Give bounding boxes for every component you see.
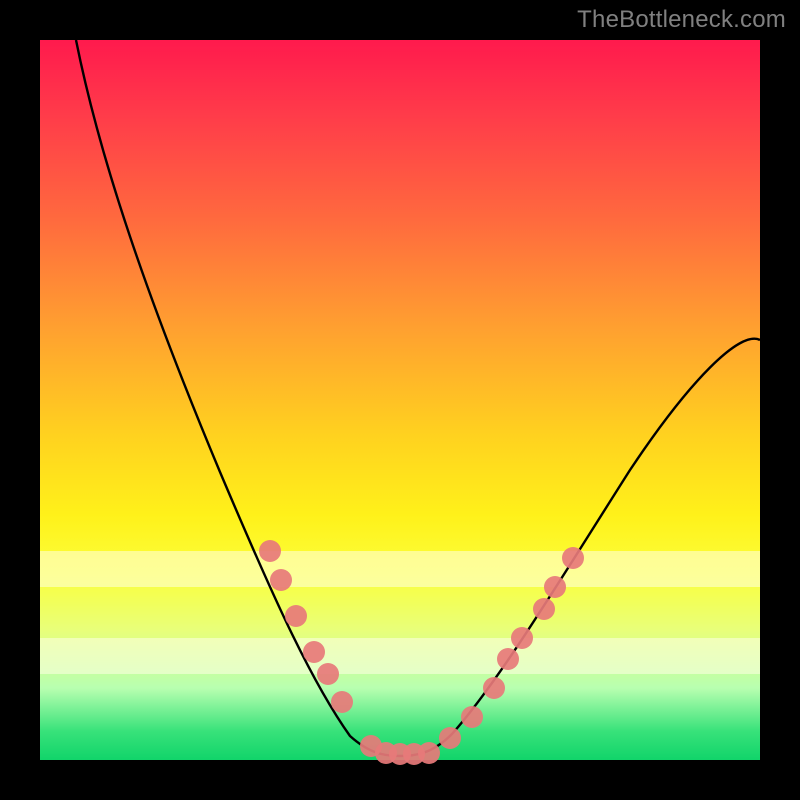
curve-marker — [461, 706, 483, 728]
curve-marker — [303, 641, 325, 663]
plot-area — [40, 40, 760, 760]
chart-frame: TheBottleneck.com — [0, 0, 800, 800]
curve-marker — [285, 605, 307, 627]
curve-marker — [483, 677, 505, 699]
curve-path — [76, 40, 760, 756]
curve-marker — [317, 663, 339, 685]
curve-marker — [533, 598, 555, 620]
bottleneck-curve — [40, 40, 760, 760]
curve-marker — [511, 627, 533, 649]
watermark-text: TheBottleneck.com — [577, 6, 786, 34]
curve-marker — [418, 742, 440, 764]
curve-marker — [544, 576, 566, 598]
